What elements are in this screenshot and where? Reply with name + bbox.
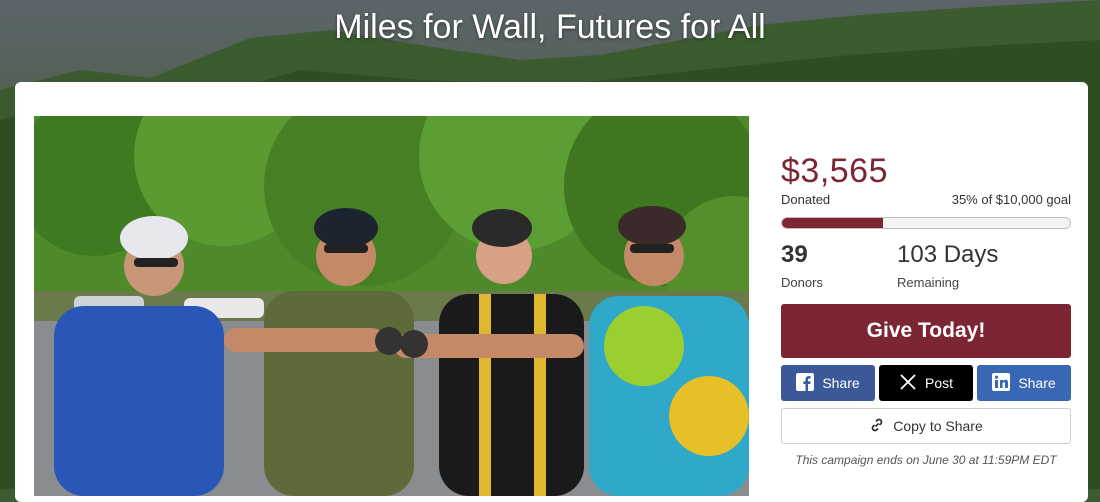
facebook-icon [796,372,815,394]
campaign-end-note: This campaign ends on June 30 at 11:59PM… [795,453,1057,467]
facebook-share-label: Share [822,375,860,391]
progress-fill [782,218,883,228]
x-icon [899,373,917,394]
goal-text: 35% of $10,000 goal [951,192,1071,207]
linkedin-share-label: Share [1018,375,1056,391]
remaining-stat: 103 Days Remaining [897,241,1067,290]
copy-label: Copy to Share [893,418,983,434]
linkedin-share-button[interactable]: Share [977,365,1071,401]
progress-bar [781,217,1071,229]
remaining-label: Remaining [897,275,960,290]
facebook-share-button[interactable]: Share [781,365,875,401]
linkedin-icon [992,372,1011,394]
copy-link-button[interactable]: Copy to Share [781,408,1071,444]
donation-panel: $3,565 Donated 35% of $10,000 goal 39 Do… [781,152,1071,467]
donated-row: Donated 35% of $10,000 goal [781,192,1071,207]
campaign-card: $3,565 Donated 35% of $10,000 goal 39 Do… [15,82,1088,502]
x-post-label: Post [924,375,953,391]
x-post-button[interactable]: Post [879,365,973,401]
campaign-photo [34,116,749,496]
donors-stat: 39 Donors [781,241,897,290]
cyclists-photo [34,116,749,496]
donated-label: Donated [781,192,831,207]
donors-label: Donors [781,275,823,290]
amount-raised: $3,565 [781,152,888,190]
share-row: Share Post Share [781,365,1071,401]
link-icon [869,417,885,436]
days-remaining: 103 Days [897,241,999,268]
stats-row: 39 Donors 103 Days Remaining [781,241,1071,290]
give-today-button[interactable]: Give Today! [781,304,1071,358]
campaign-title: Miles for Wall, Futures for All [334,8,766,46]
donors-count: 39 [781,241,808,268]
